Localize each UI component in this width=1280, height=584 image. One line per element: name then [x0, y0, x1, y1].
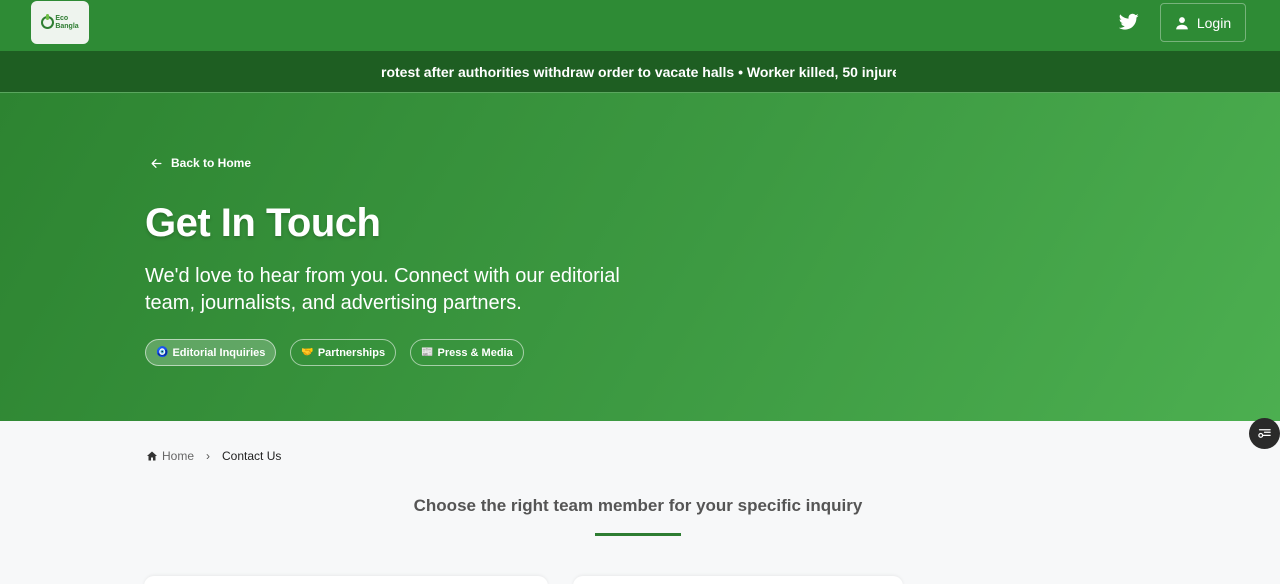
home-icon	[147, 451, 157, 461]
leaf-logo-icon	[41, 14, 55, 29]
page-subtitle: We'd love to hear from you. Connect with…	[145, 265, 620, 314]
arrow-left-icon	[151, 158, 162, 168]
pill-partnerships[interactable]: 🤝 Partnerships	[290, 339, 397, 366]
user-icon	[1176, 16, 1188, 29]
handshake-icon: 🤝	[301, 347, 314, 358]
breadcrumb-separator: ›	[206, 449, 211, 463]
news-ticker: rotest after authorities withdraw order …	[0, 51, 1280, 93]
inquiry-pills: 🧿 Editorial Inquiries 🤝 Partnerships 📰 P…	[145, 339, 524, 366]
logo-text-bangla: Bangla	[55, 22, 79, 30]
logo-text-eco: Eco	[55, 14, 69, 22]
page-title: Get In Touch	[145, 201, 381, 245]
login-label: Login	[1196, 14, 1232, 31]
ticker-window: rotest after authorities withdraw order …	[381, 51, 896, 93]
eye-badge-icon: 🧿	[156, 347, 169, 358]
pill-label: Partnerships	[317, 346, 386, 359]
pill-label: Editorial Inquiries	[172, 346, 266, 359]
breadcrumb-home-label: Home	[162, 449, 195, 463]
site-logo[interactable]: Eco Bangla	[31, 1, 89, 44]
breadcrumb-current: Contact Us	[222, 449, 282, 463]
newspaper-icon: 📰	[421, 347, 434, 358]
login-button[interactable]: Login	[1160, 3, 1246, 42]
team-card[interactable]	[573, 576, 903, 584]
breadcrumb: Home › Contact Us	[146, 449, 281, 463]
section-heading: Choose the right team member for your sp…	[413, 496, 863, 515]
back-to-home-label: Back to Home	[171, 156, 252, 170]
pill-editorial-inquiries[interactable]: 🧿 Editorial Inquiries	[145, 339, 277, 366]
back-to-home-link[interactable]: Back to Home	[150, 156, 251, 170]
pill-label: Press & Media	[437, 346, 513, 359]
pill-press-media[interactable]: 📰 Press & Media	[410, 339, 524, 366]
ticker-text[interactable]: rotest after authorities withdraw order …	[381, 51, 896, 93]
sliders-icon	[1258, 429, 1271, 438]
top-navbar: Eco Bangla Login	[0, 0, 1280, 51]
twitter-icon[interactable]	[1119, 13, 1139, 31]
breadcrumb-home-link[interactable]: Home	[146, 449, 194, 463]
heading-underline	[595, 533, 681, 536]
settings-float-button[interactable]	[1249, 418, 1280, 449]
hero-section: Back to Home Get In Touch We'd love to h…	[0, 93, 1280, 421]
team-card[interactable]	[144, 576, 548, 584]
